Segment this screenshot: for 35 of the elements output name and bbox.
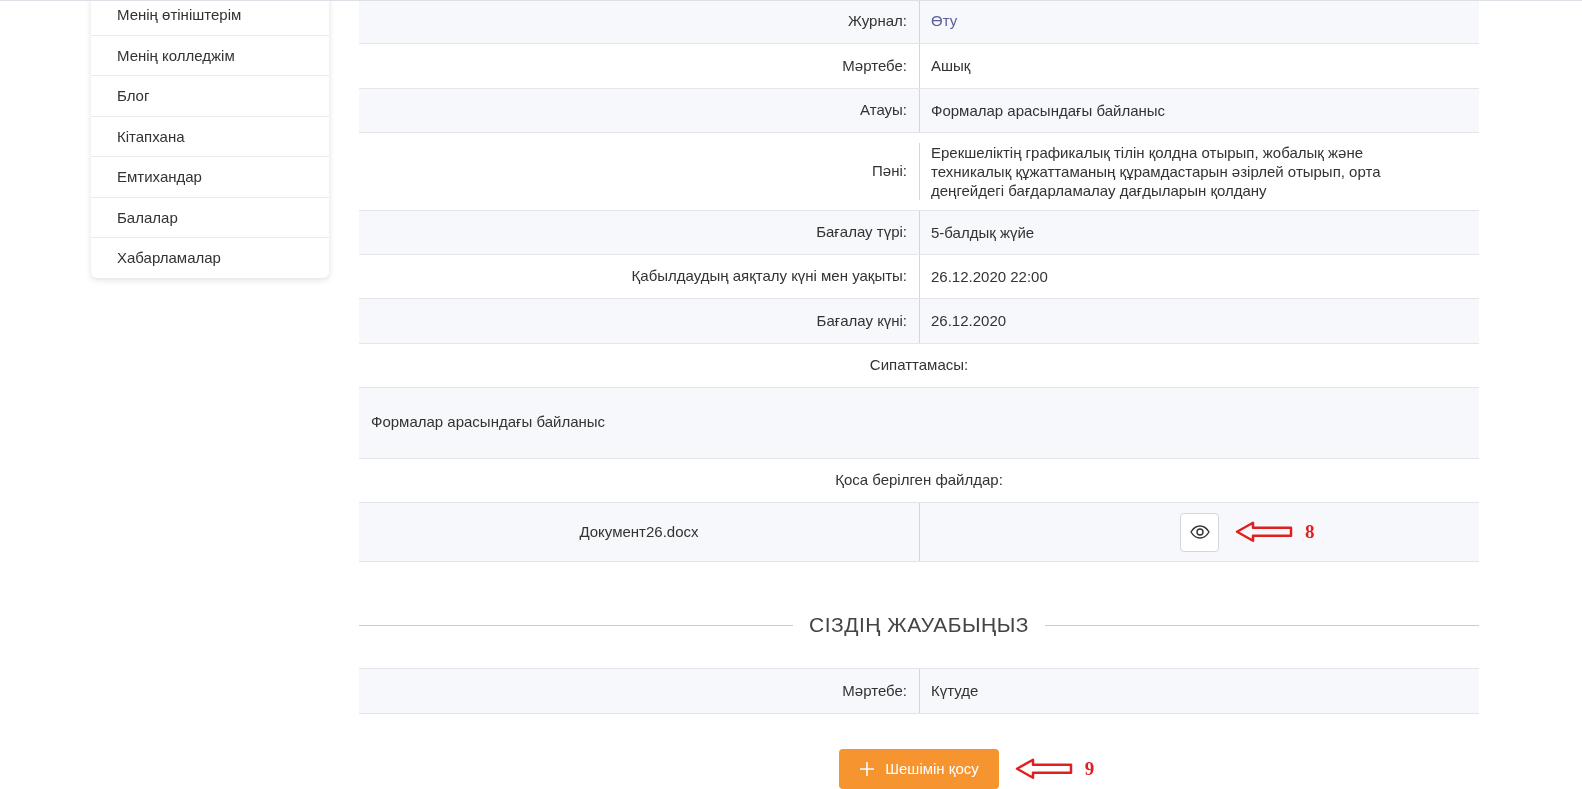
field-value: Ерекшеліктің графикалық тілін қолдна отырып, жобалық және техникалық құжаттаманың құрамдастарын әзірлей отырып, орта деңгейдегі бағдарламалау дағдыларын қолдану [931, 142, 1382, 200]
sidebar-item[interactable]: Кітапхана [91, 116, 329, 156]
file-name: Документ26.docx [579, 521, 699, 542]
field-value: 26.12.2020 [931, 311, 1007, 331]
field-label: Пәні: [872, 161, 907, 182]
view-button[interactable] [1180, 512, 1219, 552]
section-heading: Қоса берілген файлдар: [835, 469, 1003, 490]
field-value: 26.12.2020 22:00 [931, 267, 1048, 287]
sidebar-item[interactable]: Блог [91, 76, 329, 116]
field-value: 5-балдық жүйе [931, 222, 1035, 242]
sidebar-item[interactable]: Хабарламалар [91, 238, 329, 278]
field-label: Атауы: [860, 99, 907, 120]
sidebar-item[interactable]: Менің өтініштерім [91, 1, 329, 35]
field-label: Журнал: [848, 11, 907, 32]
arrow-annotation-icon [1014, 757, 1073, 780]
field-label: Бағалау түрі: [816, 222, 907, 243]
field-label: Бағалау күні: [816, 310, 907, 331]
callout-number: 9 [1084, 756, 1095, 781]
field-label: Қабылдаудың аяқталу күні мен уақыты: [631, 266, 907, 287]
answer-heading: СІЗДІҢ ЖАУАБЫҢЫЗ [809, 612, 1029, 639]
sidebar-item[interactable]: Менің колледжім [91, 35, 329, 75]
field-value-link[interactable]: Өту [931, 10, 958, 33]
field-value: Формалар арасындағы байланыс [931, 100, 1166, 120]
field-label: Мәртебе: [842, 680, 907, 701]
arrow-annotation-icon [1235, 521, 1293, 544]
description-text: Формалар арасындағы байланыс [371, 412, 606, 433]
section-heading: Сипаттамасы: [869, 354, 969, 375]
sidebar-item[interactable]: Балалар [91, 197, 329, 237]
callout-number: 8 [1305, 519, 1315, 544]
sidebar-item[interactable]: Емтихандар [91, 157, 329, 197]
eye-icon [1189, 525, 1210, 540]
field-value: Күтуде [931, 680, 979, 701]
field-label: Мәртебе: [842, 55, 907, 76]
plus-icon [859, 760, 876, 777]
field-value: Ашық [931, 56, 971, 76]
